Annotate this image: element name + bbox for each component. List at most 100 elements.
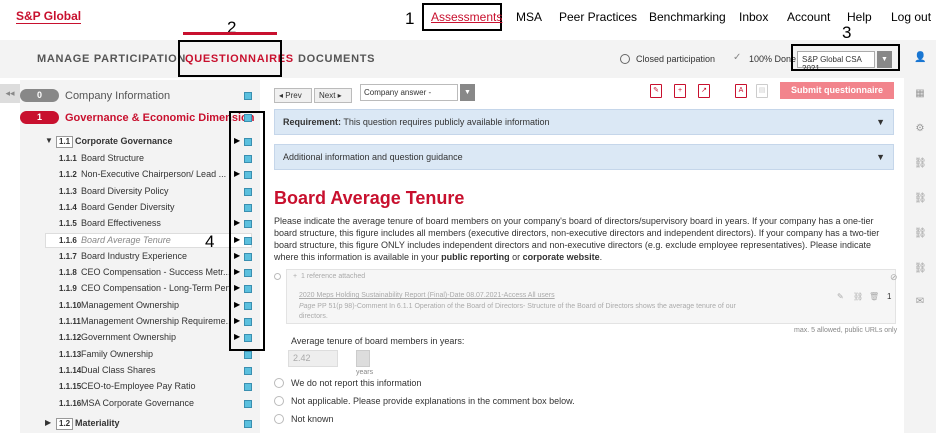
subsection-label: Materiality — [75, 418, 120, 428]
annotation-box-questionnaire-select — [791, 44, 900, 71]
section-governance[interactable]: 1 Governance & Economic Dimension — [20, 111, 260, 128]
requirement-text: This question requires publicly availabl… — [341, 117, 550, 127]
sidebar-item[interactable]: 1.1.16 MSA Corporate Governance — [20, 396, 260, 413]
nav-account[interactable]: Account — [787, 10, 830, 24]
reference-limit-text: max. 5 allowed, public URLs only — [794, 327, 898, 334]
link-icon[interactable]: ⛓ — [853, 292, 863, 301]
reference-page-comment: Page PP 51(p 98)-Comment In 6.1.1 Operat… — [299, 303, 736, 310]
gear-icon[interactable]: ⚙ — [914, 123, 926, 135]
link-icon[interactable]: ⛓ — [914, 263, 927, 275]
collapse-sidebar-icon[interactable]: ◂◂ — [0, 84, 20, 103]
status-square — [244, 366, 252, 375]
calculator-icon[interactable] — [356, 350, 370, 367]
export-icon[interactable]: ▤ — [756, 84, 768, 98]
item-label: Board Structure — [81, 153, 145, 163]
prev-button[interactable]: ◂ Prev — [274, 88, 312, 103]
nav-peer-practices[interactable]: Peer Practices — [559, 10, 637, 24]
pdf-icon[interactable]: A — [735, 84, 747, 98]
item-label: Management Ownership Requireme... — [81, 316, 231, 326]
section-number-badge: 1 — [20, 111, 59, 124]
nav-help[interactable]: Help — [847, 10, 872, 24]
nav-msa[interactable]: MSA — [516, 10, 542, 24]
link-icon[interactable]: ⛓ — [914, 193, 927, 205]
period-text: . — [599, 252, 603, 262]
item-number: 1.1.16 — [59, 398, 82, 408]
tab-manage-participation[interactable]: MANAGE PARTICIPATION — [37, 53, 186, 65]
item-number: 1.1.1 — [59, 154, 77, 163]
active-tab-indicator — [183, 32, 277, 35]
sidebar-item[interactable]: 1.1.6 Board Average Tenure ▶ — [20, 232, 260, 250]
chevron-down-icon[interactable]: ▼ — [460, 84, 475, 101]
sidebar-item[interactable]: 1.1.15 CEO-to-Employee Pay Ratio — [20, 379, 260, 396]
requirement-panel[interactable]: Requirement: This question requires publ… — [274, 109, 894, 135]
link-icon[interactable]: ⛓ — [914, 228, 927, 240]
building-icon[interactable]: ▦ — [914, 88, 926, 100]
item-number: 1.1.8 — [59, 268, 77, 278]
expand-arrow-icon[interactable]: ▶ — [45, 418, 51, 427]
completion-status: 100% Done — [749, 54, 797, 64]
item-number: 1.1.9 — [59, 284, 77, 294]
sidebar-item[interactable]: 1.1.12 Government Ownership ▶ — [20, 330, 260, 347]
nav-inbox[interactable]: Inbox — [739, 10, 768, 24]
item-label: Non-Executive Chairperson/ Lead ... — [81, 169, 227, 180]
sidebar-item[interactable]: 1.1.10 Management Ownership ▶ — [20, 298, 260, 315]
subsection-corporate-governance[interactable]: ▼ 1.1 Corporate Governance ▶ — [20, 134, 260, 151]
sidebar-item[interactable]: 1.1.7 Board Industry Experience ▶ — [20, 249, 260, 266]
additional-info-panel[interactable]: Additional information and question guid… — [274, 144, 894, 170]
reference-document-link[interactable]: 2020 Meps Holding Sustainability Report … — [299, 292, 555, 299]
submit-questionnaire-button[interactable]: Submit questionnaire — [780, 82, 894, 99]
item-number: 1.1.14 — [59, 365, 82, 375]
item-number: 1.1.3 — [59, 186, 77, 196]
nav-log-out[interactable]: Log out — [891, 10, 931, 24]
item-label: Dual Class Shares — [81, 364, 156, 375]
attachment-icon[interactable]: ⊘ — [890, 272, 898, 283]
sidebar-item[interactable]: 1.1.2 Non-Executive Chairperson/ Lead ...… — [20, 167, 260, 184]
company-answer-select[interactable]: Company answer - 16.07.2... — [360, 84, 458, 101]
sidebar-item[interactable]: 1.1.13 Family Ownership — [20, 347, 260, 364]
nav-assessments[interactable]: Assessments — [431, 10, 502, 24]
status-square — [244, 383, 252, 392]
sidebar-item[interactable]: 1.1.1 Board Structure — [20, 151, 260, 168]
average-tenure-input[interactable]: 2.42 — [288, 350, 338, 367]
item-label: CEO Compensation - Long-Term Perfo... — [81, 283, 231, 294]
sidebar-item[interactable]: 1.1.3 Board Diversity Policy — [20, 184, 260, 201]
share-document-icon[interactable]: ↗ — [698, 84, 710, 98]
section-company-information[interactable]: 0 Company Information — [20, 89, 260, 106]
option-radio[interactable] — [274, 414, 284, 424]
sidebar-item[interactable]: 1.1.5 Board Effectiveness ▶ — [20, 216, 260, 233]
sidebar-item[interactable]: 1.1.11 Management Ownership Requireme... ▶ — [20, 314, 260, 331]
edit-icon[interactable]: ✎ — [837, 292, 844, 301]
item-number: 1.1.6 — [59, 235, 77, 245]
expand-arrow-icon[interactable]: ▼ — [45, 136, 53, 145]
option-radio-selected[interactable] — [274, 273, 281, 280]
item-number: 1.1.10 — [59, 300, 82, 310]
mail-icon[interactable]: ✉ — [914, 296, 926, 308]
user-icon[interactable]: 👤 — [914, 52, 926, 64]
option-label: Not known — [291, 414, 334, 424]
nav-benchmarking[interactable]: Benchmarking — [649, 10, 726, 24]
tab-documents[interactable]: DOCUMENTS — [298, 53, 375, 65]
add-document-icon[interactable]: + — [674, 84, 686, 98]
link-icon[interactable]: ⛓ — [914, 158, 927, 170]
delete-icon[interactable]: 🗑 — [869, 292, 879, 301]
next-button[interactable]: Next ▸ — [314, 88, 352, 103]
sidebar-item[interactable]: 1.1.4 Board Gender Diversity — [20, 200, 260, 217]
annotation-box-questionnaires — [178, 40, 282, 77]
option-radio[interactable] — [274, 378, 284, 388]
section-number-badge: 0 — [20, 89, 59, 102]
clock-icon — [620, 54, 630, 64]
check-icon: ✓ — [733, 52, 742, 63]
sidebar-item[interactable]: 1.1.9 CEO Compensation - Long-Term Perfo.… — [20, 281, 260, 298]
question-description: Please indicate the average tenure of bo… — [274, 215, 896, 263]
sidebar-item[interactable]: 1.1.8 CEO Compensation - Success Metr... ▶ — [20, 265, 260, 282]
caret-down-icon[interactable]: ▼ — [876, 110, 885, 134]
brand-logo[interactable]: S&P Global — [16, 10, 82, 24]
sidebar-item[interactable]: 1.1.14 Dual Class Shares — [20, 363, 260, 380]
subsection-number: 1.1 — [56, 136, 74, 148]
item-number: 1.1.12 — [59, 333, 82, 343]
option-radio[interactable] — [274, 396, 284, 406]
right-tool-rail: 👤 ▦ ⚙ ⛓ ⛓ ⛓ ⛓ ✉ — [904, 40, 936, 433]
edit-note-icon[interactable]: ✎ — [650, 84, 662, 98]
caret-down-icon[interactable]: ▼ — [876, 145, 885, 169]
subsection-materiality[interactable]: ▶ 1.2 Materiality — [20, 416, 260, 433]
